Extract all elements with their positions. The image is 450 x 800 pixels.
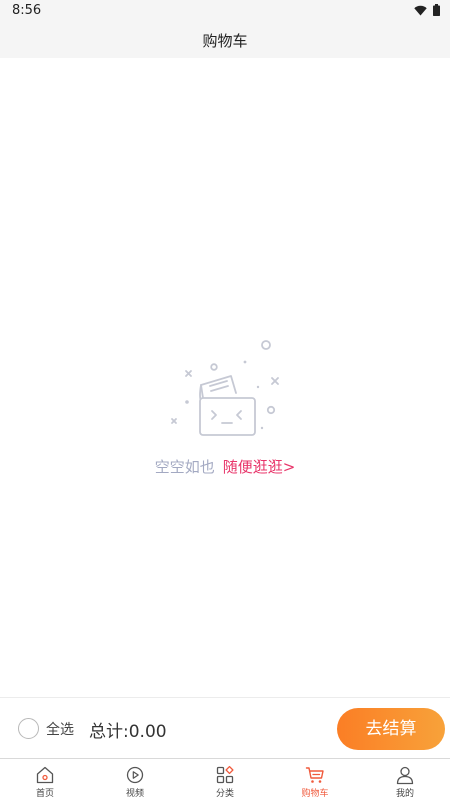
tab-label: 首页 — [35, 789, 54, 799]
empty-box-icon — [171, 340, 279, 436]
tab-label: 分类 — [215, 789, 234, 799]
radio-circle-icon[interactable] — [18, 718, 39, 739]
battery-icon — [433, 4, 440, 16]
empty-label: 空空如也 — [154, 458, 215, 476]
nav-bar: 购物车 — [0, 22, 450, 58]
status-bar: 8:56 — [0, 0, 450, 22]
checkout-button[interactable]: 去结算 — [337, 708, 445, 750]
wifi-icon — [414, 5, 427, 15]
play-icon — [126, 766, 144, 784]
cart-icon — [305, 767, 324, 783]
user-icon — [396, 766, 414, 785]
status-icons — [414, 4, 440, 16]
tab-cart[interactable]: 购物车 — [270, 759, 360, 800]
tab-label: 购物车 — [301, 789, 329, 799]
tab-bar: 首页 视频 分类 购物车 我的 — [0, 758, 450, 800]
browse-link[interactable]: 随便逛逛> — [223, 458, 296, 476]
select-all-checkbox[interactable]: 全选 — [18, 718, 74, 739]
page-title: 购物车 — [202, 32, 248, 50]
select-all-label: 全选 — [46, 721, 74, 738]
empty-state: 空空如也 随便逛逛> — [0, 335, 450, 480]
home-icon — [36, 766, 54, 784]
tab-category[interactable]: 分类 — [180, 759, 270, 800]
empty-text: 空空如也 随便逛逛> — [0, 456, 450, 477]
checkout-bar: 全选 总计:0.00 去结算 — [0, 697, 450, 758]
category-icon — [216, 765, 234, 784]
tab-label: 视频 — [125, 789, 144, 799]
tab-video[interactable]: 视频 — [90, 759, 180, 800]
total-amount: 总计:0.00 — [89, 722, 167, 742]
tab-home[interactable]: 首页 — [0, 759, 90, 800]
tab-label: 我的 — [395, 789, 414, 799]
tab-mine[interactable]: 我的 — [360, 759, 450, 800]
status-time: 8:56 — [12, 3, 42, 18]
